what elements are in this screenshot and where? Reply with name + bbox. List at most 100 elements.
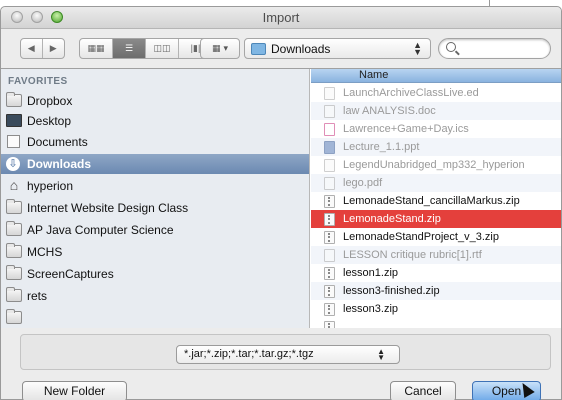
sidebar-item-label: Desktop bbox=[27, 114, 72, 128]
sidebar-item-partial[interactable] bbox=[1, 308, 309, 328]
zip-file-icon bbox=[324, 195, 335, 208]
new-folder-button[interactable]: New Folder bbox=[22, 381, 127, 400]
file-list: Name LaunchArchiveClassLive.ed law ANALY… bbox=[311, 69, 561, 328]
desktop-icon bbox=[6, 114, 22, 127]
folder-icon bbox=[6, 243, 22, 258]
downloads-icon: ⇩ bbox=[6, 157, 20, 171]
file-name: lesson3.zip bbox=[343, 303, 399, 315]
pdf-file-icon bbox=[324, 177, 335, 190]
folder-icon bbox=[6, 199, 22, 214]
file-row-partial[interactable] bbox=[311, 318, 561, 328]
zip-file-icon bbox=[324, 267, 335, 280]
zip-file-icon bbox=[324, 321, 335, 328]
file-icon bbox=[324, 87, 335, 100]
sidebar-item-mchs[interactable]: MCHS bbox=[1, 242, 309, 262]
file-name: LemonadeStand_cancillaMarkus.zip bbox=[343, 195, 520, 207]
file-row: LESSON critique rubric[1].rtf bbox=[311, 246, 561, 264]
documents-icon bbox=[7, 135, 20, 148]
zip-file-icon bbox=[324, 285, 335, 298]
updown-chevron-icon: ▲ ▼ bbox=[377, 347, 385, 362]
file-format-panel: *.jar;*.zip;*.tar;*.tar.gz;*.tgz ▲ ▼ bbox=[20, 334, 551, 370]
file-row: law ANALYSIS.doc bbox=[311, 102, 561, 120]
presentation-file-icon bbox=[324, 141, 335, 154]
sidebar-item-internet-website-design-class[interactable]: Internet Website Design Class bbox=[1, 198, 309, 218]
search-field[interactable] bbox=[438, 38, 551, 59]
file-name: lesson1.zip bbox=[343, 267, 399, 279]
back-forward-control: ◀ ▶ bbox=[20, 38, 65, 59]
file-row: Lawrence+Game+Day.ics bbox=[311, 120, 561, 138]
sidebar-item-dropbox[interactable]: Dropbox bbox=[1, 91, 309, 111]
folder-icon bbox=[6, 92, 22, 107]
sidebar-item-label: rets bbox=[27, 289, 48, 303]
updown-chevron-icon: ▲ ▼ bbox=[413, 40, 422, 57]
arrange-menu-button[interactable]: ▦ ▾ bbox=[200, 38, 240, 59]
sidebar-heading: FAVORITES bbox=[8, 76, 68, 87]
file-row[interactable]: lesson1.zip bbox=[311, 264, 561, 282]
file-row: LaunchArchiveClassLive.ed bbox=[311, 84, 561, 102]
sidebar-item-hyperion[interactable]: ⌂ hyperion bbox=[1, 176, 309, 196]
cancel-button[interactable]: Cancel bbox=[390, 381, 456, 400]
grid-icon: ▦ bbox=[211, 43, 221, 53]
window-title: Import bbox=[262, 10, 300, 25]
file-row[interactable]: lesson3.zip bbox=[311, 300, 561, 318]
sidebar-item-desktop[interactable]: Desktop bbox=[1, 111, 309, 131]
file-name: law ANALYSIS.doc bbox=[343, 105, 436, 117]
folder-icon bbox=[6, 287, 22, 302]
sidebar-item-label: Internet Website Design Class bbox=[27, 201, 189, 215]
column-view-icon[interactable]: ◫◫ bbox=[146, 39, 179, 58]
file-row[interactable]: LemonadeStandProject_v_3.zip bbox=[311, 228, 561, 246]
file-name: LegendUnabridged_mp332_hyperion bbox=[343, 159, 525, 171]
folder-icon bbox=[6, 265, 22, 280]
file-name: lego.pdf bbox=[343, 177, 383, 189]
search-icon bbox=[446, 42, 456, 52]
file-name: LESSON critique rubric[1].rtf bbox=[343, 249, 482, 261]
name-column-header[interactable]: Name bbox=[311, 69, 561, 83]
sidebar-item-label: ScreenCaptures bbox=[27, 267, 114, 281]
file-name: LemonadeStand.zip bbox=[343, 213, 441, 225]
sidebar-item-screencaptures[interactable]: ScreenCaptures bbox=[1, 264, 309, 284]
sidebar-item-label: AP Java Computer Science bbox=[27, 223, 174, 237]
back-arrow-icon[interactable]: ◀ bbox=[21, 39, 43, 58]
file-name: LemonadeStandProject_v_3.zip bbox=[343, 231, 499, 243]
file-name: lesson3-finished.zip bbox=[343, 285, 440, 297]
icon-view-icon[interactable]: ▦▦ bbox=[80, 39, 113, 58]
file-row: LegendUnabridged_mp332_hyperion bbox=[311, 156, 561, 174]
location-popup[interactable]: Downloads ▲ ▼ bbox=[244, 38, 431, 59]
sidebar-item-label: Downloads bbox=[27, 157, 92, 171]
file-name: Lecture_1.1.ppt bbox=[343, 141, 420, 153]
folder-icon bbox=[6, 221, 22, 236]
sidebar-item-label: Documents bbox=[27, 135, 88, 149]
file-type-select[interactable]: *.jar;*.zip;*.tar;*.tar.gz;*.tgz ▲ ▼ bbox=[176, 345, 400, 364]
import-dialog: Import ◀ ▶ ▦▦ ☰ ◫◫ |▮| ▦ ▾ Downloads ▲ ▼ … bbox=[0, 6, 562, 400]
file-row[interactable]: lesson3-finished.zip bbox=[311, 282, 561, 300]
location-label: Downloads bbox=[271, 41, 331, 56]
zip-file-icon bbox=[324, 231, 335, 244]
sidebar-item-documents[interactable]: Documents bbox=[1, 132, 309, 152]
file-row: lego.pdf bbox=[311, 174, 561, 192]
file-row-selected[interactable]: LemonadeStand.zip bbox=[311, 210, 561, 228]
sidebar-item-rets[interactable]: rets bbox=[1, 286, 309, 306]
forward-arrow-icon[interactable]: ▶ bbox=[43, 39, 64, 58]
file-row[interactable]: LemonadeStand_cancillaMarkus.zip bbox=[311, 192, 561, 210]
sidebar: FAVORITES Dropbox Desktop Documents ⇩ Do… bbox=[1, 69, 310, 328]
sidebar-item-ap-java-computer-science[interactable]: AP Java Computer Science bbox=[1, 220, 309, 240]
toolbar: ◀ ▶ ▦▦ ☰ ◫◫ |▮| ▦ ▾ Downloads ▲ ▼ bbox=[1, 30, 561, 66]
file-row: Lecture_1.1.ppt bbox=[311, 138, 561, 156]
list-view-icon[interactable]: ☰ bbox=[113, 39, 146, 58]
zip-file-icon bbox=[324, 303, 335, 316]
sidebar-item-label: Dropbox bbox=[27, 94, 73, 108]
downloads-folder-icon bbox=[251, 42, 266, 55]
home-icon: ⌂ bbox=[9, 177, 19, 193]
sidebar-item-downloads[interactable]: ⇩ Downloads bbox=[1, 154, 309, 174]
view-mode-control: ▦▦ ☰ ◫◫ |▮| bbox=[79, 38, 214, 59]
chevron-down-icon: ▾ bbox=[223, 43, 229, 53]
zip-file-icon bbox=[324, 213, 335, 226]
document-icon bbox=[324, 105, 335, 118]
rtf-file-icon bbox=[324, 249, 335, 262]
file-browser: FAVORITES Dropbox Desktop Documents ⇩ Do… bbox=[1, 68, 561, 328]
sidebar-item-label: MCHS bbox=[27, 245, 63, 259]
calendar-file-icon bbox=[324, 123, 335, 136]
folder-icon bbox=[6, 309, 22, 324]
audio-file-icon bbox=[324, 159, 335, 172]
file-name: LaunchArchiveClassLive.ed bbox=[343, 87, 479, 99]
